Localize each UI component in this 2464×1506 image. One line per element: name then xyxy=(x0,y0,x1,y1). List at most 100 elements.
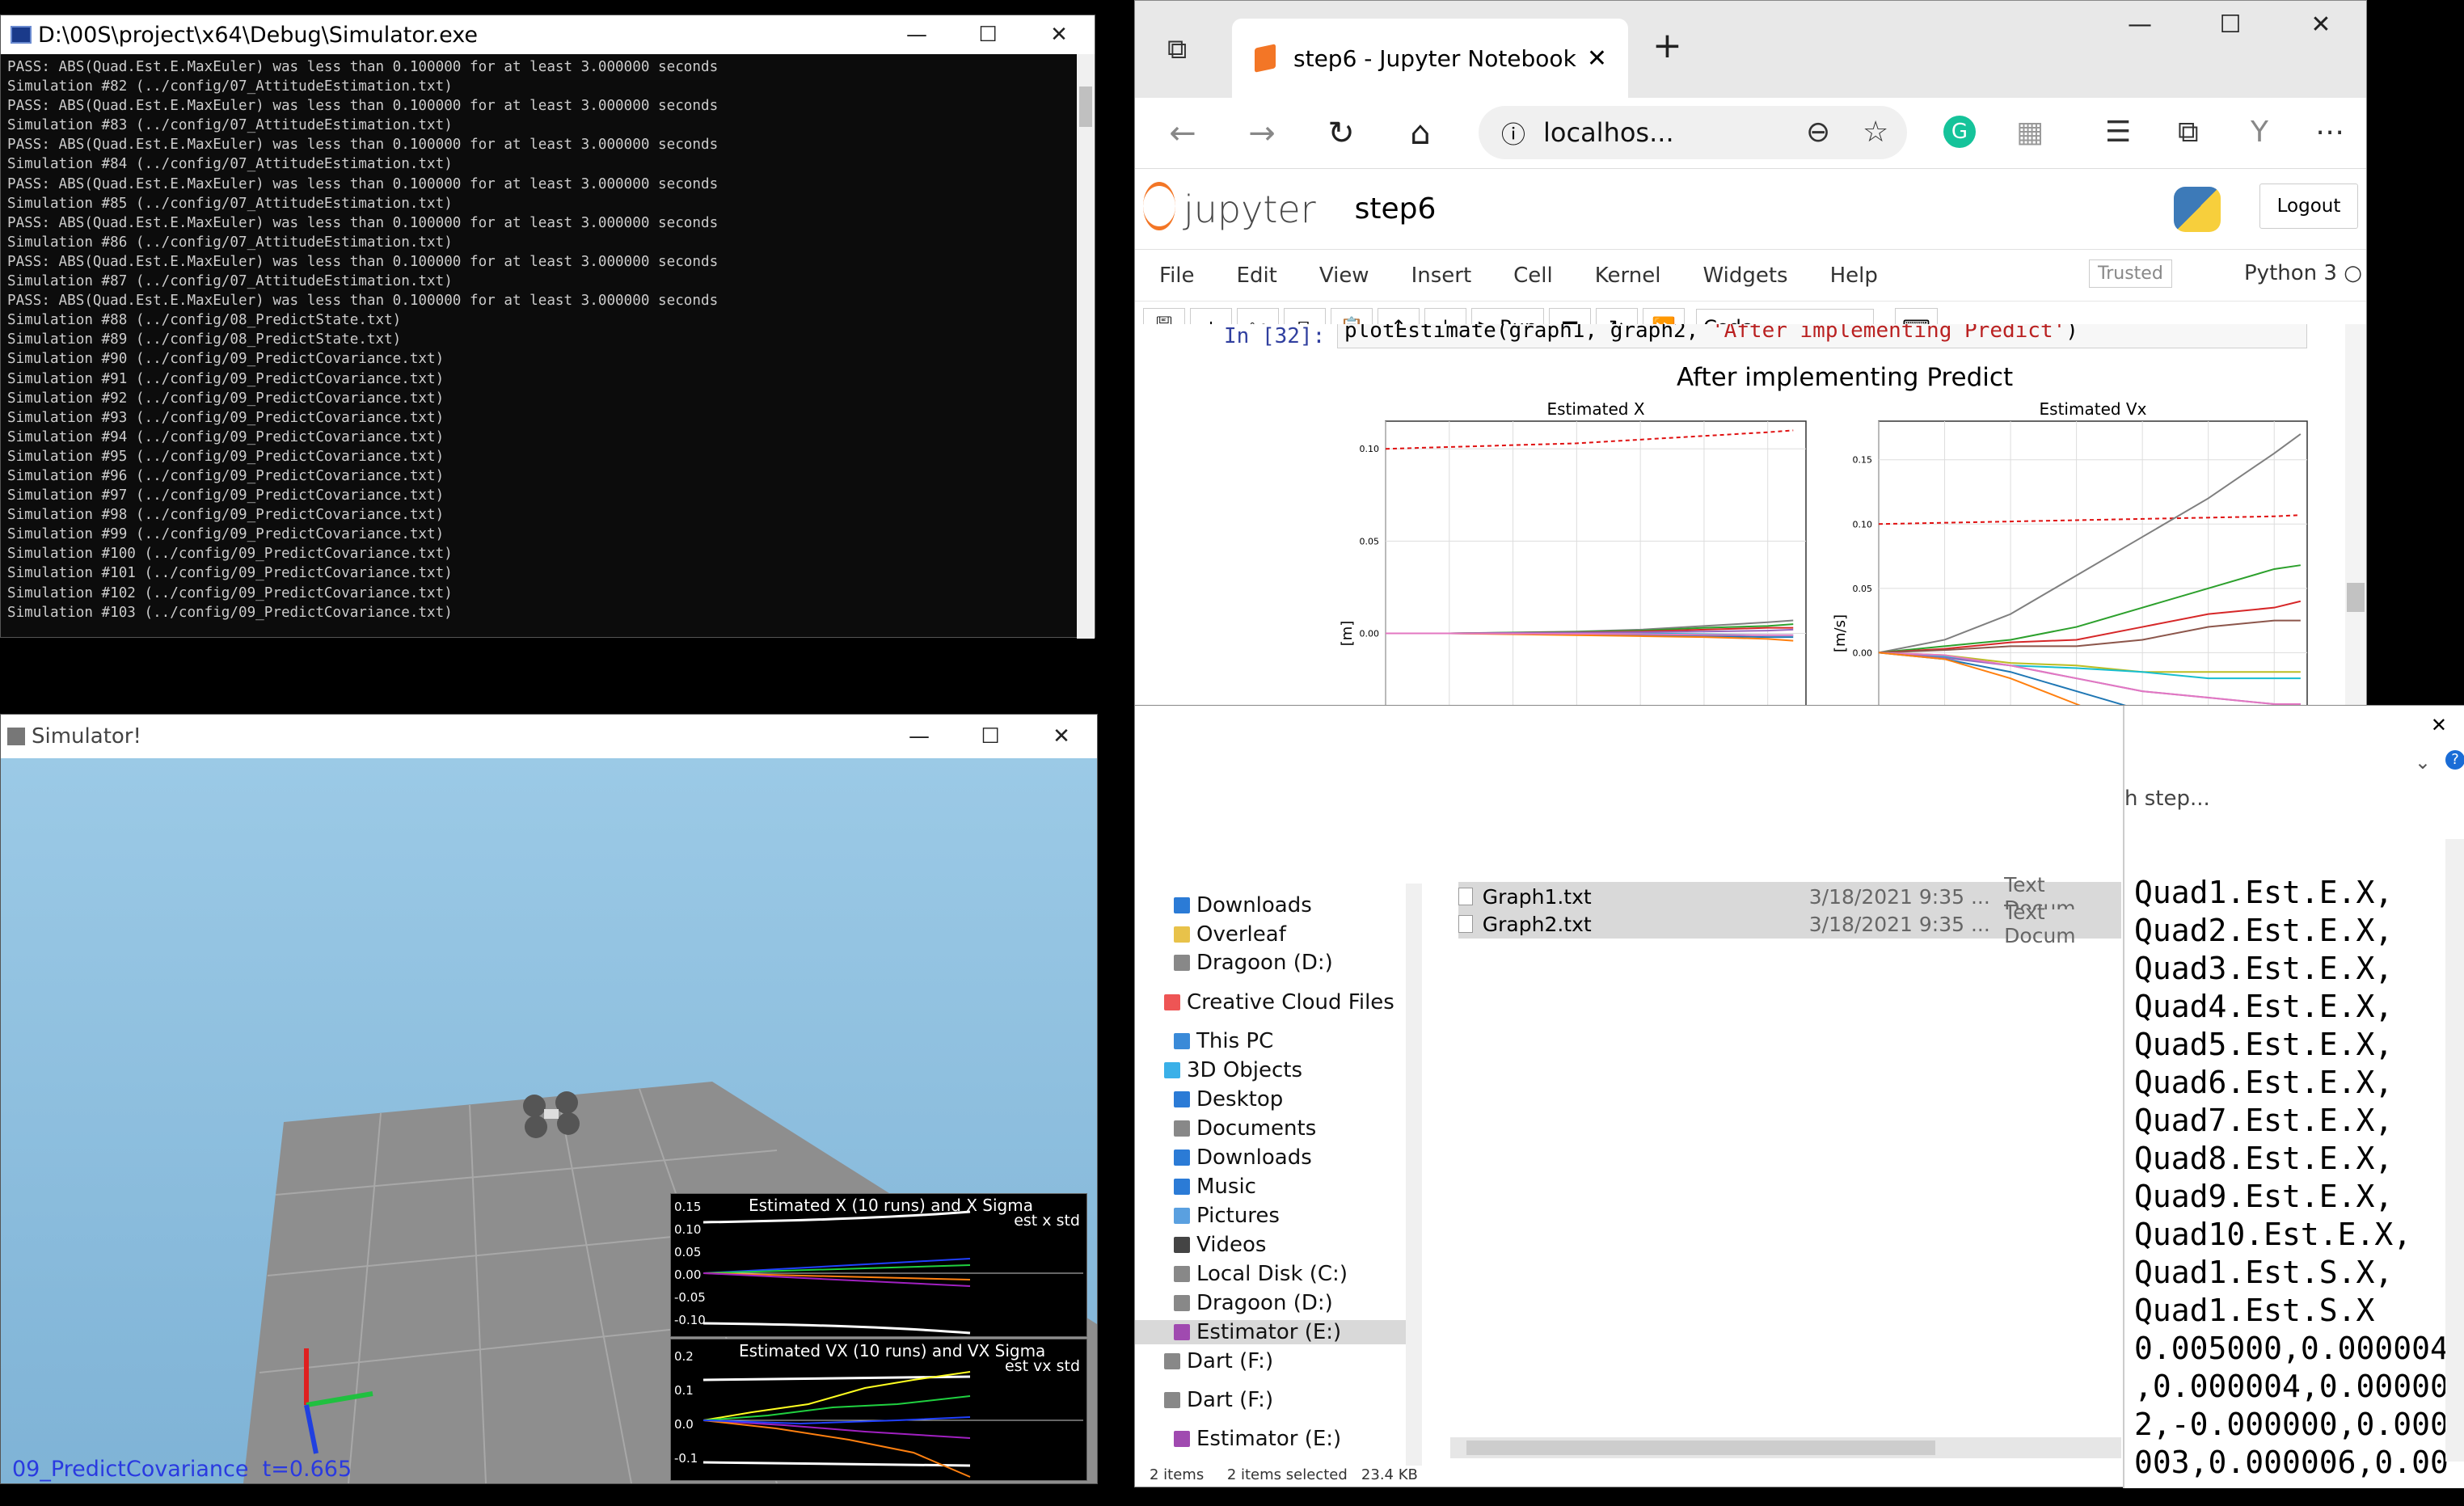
home-icon[interactable]: ⌂ xyxy=(1381,115,1460,152)
menu-insert[interactable]: Insert xyxy=(1411,264,1472,288)
profile-icon[interactable]: Y xyxy=(2251,116,2268,149)
close-icon[interactable]: ✕ xyxy=(1023,23,1095,47)
console-line: PASS: ABS(Quad.Est.E.MaxEuler) was less … xyxy=(7,253,719,270)
menu-help[interactable]: Help xyxy=(1830,264,1878,288)
nav-item[interactable]: Dragoon (D:) xyxy=(1174,1291,1333,1315)
url-text: localhos... xyxy=(1543,117,1674,148)
close-icon[interactable]: ✕ xyxy=(2431,714,2447,736)
console-line: PASS: ABS(Quad.Est.E.MaxEuler) was less … xyxy=(7,293,719,310)
file-list-hscroll[interactable] xyxy=(1450,1437,2121,1458)
zoom-icon[interactable]: ⊖ xyxy=(1806,116,1830,149)
console-line: Simulation #93 (../config/09_PredictCova… xyxy=(7,409,445,426)
nav-item[interactable]: Downloads xyxy=(1174,1145,1312,1170)
back-icon[interactable]: ← xyxy=(1143,115,1222,152)
nav-item[interactable]: Estimator (E:) xyxy=(1174,1427,1341,1451)
code-string: 'After implementing Predict' xyxy=(1711,324,2066,343)
collections-icon[interactable]: ⧉ xyxy=(2178,116,2199,150)
folder-icon xyxy=(1174,897,1190,913)
notebook-name[interactable]: step6 xyxy=(1355,192,1437,226)
trusted-badge[interactable]: Trusted xyxy=(2089,259,2172,288)
nav-item[interactable]: Downloads xyxy=(1174,893,1312,918)
refresh-icon[interactable]: ↻ xyxy=(1302,115,1381,152)
y-axis-label: [m] xyxy=(1339,621,1356,647)
nav-item[interactable]: Estimator (E:) xyxy=(1135,1320,1414,1344)
kernel-indicator: Python 3 ○ xyxy=(2244,261,2362,285)
nav-item[interactable]: Documents xyxy=(1174,1116,1316,1141)
y-tick-label: 0.15 xyxy=(1853,455,1873,466)
console-line: Simulation #98 (../config/09_PredictCova… xyxy=(7,507,445,524)
console-line: PASS: ABS(Quad.Est.E.MaxEuler) was less … xyxy=(7,137,719,154)
search-field[interactable]: h step... xyxy=(2124,787,2210,811)
expand-icon[interactable]: ⌄ xyxy=(2415,751,2431,774)
new-tab-button[interactable]: + xyxy=(1652,25,1682,66)
jupyter-logo[interactable]: jupyter xyxy=(1183,188,1316,231)
logout-button[interactable]: Logout xyxy=(2259,184,2358,229)
menu-cell[interactable]: Cell xyxy=(1513,264,1553,288)
info-icon[interactable]: ⓘ xyxy=(1501,115,1525,150)
notepad-text[interactable]: Quad1.Est.E.X, Quad2.Est.E.X, Quad3.Est.E.… xyxy=(2134,874,2449,1482)
scroll-thumb[interactable] xyxy=(1079,86,1092,127)
scroll-thumb[interactable] xyxy=(1466,1441,1935,1455)
grammarly-icon[interactable]: G xyxy=(1943,116,1976,148)
maximize-icon[interactable]: ☐ xyxy=(952,23,1023,47)
help-icon[interactable]: ? xyxy=(2445,750,2464,770)
menu-file[interactable]: File xyxy=(1159,264,1195,288)
folder-icon xyxy=(1174,926,1190,943)
file-date: 3/18/2021 9:35 ... xyxy=(1808,912,1990,936)
close-icon[interactable]: ✕ xyxy=(1026,724,1097,749)
menu-kernel[interactable]: Kernel xyxy=(1595,264,1661,288)
menu-view[interactable]: View xyxy=(1319,264,1369,288)
nav-item[interactable]: Videos xyxy=(1174,1233,1266,1257)
nav-item[interactable]: Dragoon (D:) xyxy=(1174,951,1333,975)
file-name: Graph2.txt xyxy=(1482,912,1592,936)
console-titlebar[interactable]: D:\00S\project\x64\Debug\Simulator.exe —… xyxy=(1,15,1095,54)
nav-item[interactable]: Music xyxy=(1174,1175,1256,1199)
jupyter-logo-icon xyxy=(1143,182,1175,230)
scroll-thumb[interactable] xyxy=(2347,583,2365,612)
console-line: Simulation #101 (../config/09_PredictCov… xyxy=(7,565,453,582)
favorite-add-icon[interactable]: ☆ xyxy=(1863,116,1888,149)
nav-item[interactable]: Desktop xyxy=(1174,1087,1283,1112)
maximize-icon[interactable]: ☐ xyxy=(2185,11,2276,39)
code-cell[interactable]: plotEstimate(graph1, graph2, 'After impl… xyxy=(1337,324,2307,348)
nav-item-label: Dragoon (D:) xyxy=(1196,1291,1333,1315)
notepad-scrollbar[interactable] xyxy=(2445,839,2464,1462)
nav-scrollbar[interactable] xyxy=(1406,884,1422,1466)
close-icon[interactable]: ✕ xyxy=(2276,11,2366,39)
code-call: plotEstimate(graph1, graph2, xyxy=(1344,324,1711,343)
nav-item[interactable]: Creative Cloud Files xyxy=(1164,990,1394,1015)
nav-item[interactable]: Overleaf xyxy=(1174,922,1286,947)
menu-widgets[interactable]: Widgets xyxy=(1702,264,1787,288)
kernel-idle-icon: ○ xyxy=(2344,261,2362,285)
notepad-line: ,0.000004,0.00000 xyxy=(2134,1369,2449,1404)
nav-item[interactable]: Pictures xyxy=(1174,1204,1280,1228)
minimize-icon[interactable]: — xyxy=(2095,11,2185,39)
console-scrollbar[interactable] xyxy=(1077,54,1095,639)
nav-item[interactable]: Local Disk (C:) xyxy=(1174,1262,1348,1286)
simulator-titlebar[interactable]: Simulator! — ☐ ✕ xyxy=(1,715,1097,758)
nav-item-label: Dart (F:) xyxy=(1187,1349,1274,1373)
extension-icon[interactable]: ▦ xyxy=(2016,116,2044,149)
minimize-icon[interactable]: — xyxy=(881,23,952,47)
status-bar: 2 items 2 items selected 23.4 KB xyxy=(1150,1466,1418,1483)
notepad-line: 003,0.000006,0.00 xyxy=(2134,1445,2449,1480)
nav-item[interactable]: Dart (F:) xyxy=(1164,1388,1273,1412)
nav-item[interactable]: 3D Objects xyxy=(1164,1058,1302,1082)
forward-icon[interactable]: → xyxy=(1222,115,1302,152)
tab-actions-icon[interactable]: ⧉ xyxy=(1167,33,1187,65)
console-title: D:\00S\project\x64\Debug\Simulator.exe xyxy=(38,22,479,48)
maximize-icon[interactable]: ☐ xyxy=(955,724,1026,749)
nav-item[interactable]: Dart (F:) xyxy=(1164,1349,1273,1373)
more-icon[interactable]: ⋯ xyxy=(2315,116,2344,149)
favorites-icon[interactable]: ☰ xyxy=(2105,116,2131,149)
tab-close-icon[interactable]: ✕ xyxy=(1587,44,1607,73)
url-field[interactable]: ⓘ localhos... xyxy=(1479,106,1907,159)
minimize-icon[interactable]: — xyxy=(884,724,955,749)
nav-item[interactable]: This PC xyxy=(1174,1029,1273,1053)
console-output: PASS: ABS(Quad.Est.E.MaxEuler) was less … xyxy=(1,54,1095,622)
console-line: PASS: ABS(Quad.Est.E.MaxEuler) was less … xyxy=(7,175,719,192)
menu-edit[interactable]: Edit xyxy=(1237,264,1277,288)
tab-step6[interactable]: step6 - Jupyter Notebook ✕ xyxy=(1232,19,1628,98)
file-row[interactable]: Graph2.txt 3/18/2021 9:35 ... Text Docum xyxy=(1458,901,2121,947)
nav-item-label: Estimator (E:) xyxy=(1196,1320,1342,1344)
